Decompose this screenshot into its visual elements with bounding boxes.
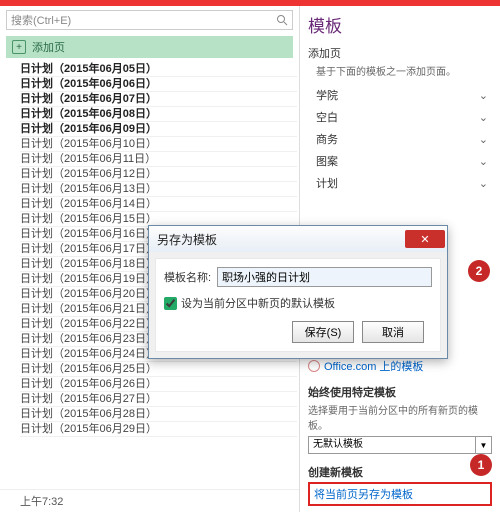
panel-addpage-heading: 添加页 [308, 45, 492, 61]
chevron-down-icon: ⌄ [479, 133, 488, 146]
search-placeholder: 搜索(Ctrl+E) [11, 12, 71, 28]
list-item[interactable]: 日计划（2015年06月06日） [20, 77, 297, 92]
list-item[interactable]: 日计划（2015年06月09日） [20, 122, 297, 137]
panel-title: 模板 [308, 12, 492, 37]
save-as-template-link[interactable]: 将当前页另存为模板 [314, 489, 413, 501]
close-icon: ✕ [420, 233, 429, 246]
template-name-label: 模板名称: [164, 269, 211, 285]
default-template-combo[interactable]: 无默认模板 ▼ [308, 436, 492, 454]
list-item[interactable]: 日计划（2015年06月07日） [20, 92, 297, 107]
chevron-down-icon: ⌄ [479, 177, 488, 190]
template-category[interactable]: 学院 ⌄ [308, 84, 492, 106]
annotation-callout-1: 1 [470, 454, 492, 476]
list-item[interactable]: 日计划（2015年06月11日） [20, 152, 297, 167]
list-item[interactable]: 日计划（2015年06月12日） [20, 167, 297, 182]
dialog-titlebar[interactable]: 另存为模板 ✕ [149, 226, 447, 252]
category-label: 商务 [316, 131, 338, 147]
combo-value: 无默认模板 [308, 436, 476, 454]
status-time: 上午7:32 [0, 489, 299, 512]
chevron-down-icon: ⌄ [479, 155, 488, 168]
chevron-down-icon[interactable]: ▼ [476, 436, 492, 454]
add-page-button[interactable]: + 添加页 [6, 36, 293, 58]
save-as-template-dialog: 另存为模板 ✕ 模板名称: 设为当前分区中新页的默认模板 保存(S) 取消 [148, 225, 448, 359]
category-label: 学院 [316, 87, 338, 103]
list-item[interactable]: 日计划（2015年06月08日） [20, 107, 297, 122]
search-icon [276, 14, 288, 26]
list-item[interactable]: 日计划（2015年06月29日） [20, 422, 297, 437]
plus-icon: + [12, 40, 26, 54]
close-button[interactable]: ✕ [405, 230, 445, 248]
list-item[interactable]: 日计划（2015年06月26日） [20, 377, 297, 392]
default-template-checkbox-label: 设为当前分区中新页的默认模板 [181, 295, 335, 311]
category-label: 图案 [316, 153, 338, 169]
template-category[interactable]: 商务 ⌄ [308, 128, 492, 150]
search-input[interactable]: 搜索(Ctrl+E) [6, 10, 293, 30]
list-item[interactable]: 日计划（2015年06月13日） [20, 182, 297, 197]
office-templates-link[interactable]: Office.com 上的模板 [308, 358, 492, 374]
list-item[interactable]: 日计划（2015年06月10日） [20, 137, 297, 152]
list-item[interactable]: 日计划（2015年06月14日） [20, 197, 297, 212]
list-item[interactable]: 日计划（2015年06月28日） [20, 407, 297, 422]
chevron-down-icon: ⌄ [479, 89, 488, 102]
save-as-template-highlight: 将当前页另存为模板 [308, 482, 492, 506]
list-item[interactable]: 日计划（2015年06月25日） [20, 362, 297, 377]
always-template-heading: 始终使用特定模板 [308, 384, 492, 400]
always-template-hint: 选择要用于当前分区中的所有新页的模板。 [308, 402, 492, 432]
create-template-heading: 创建新模板 [308, 464, 492, 480]
category-label: 计划 [316, 175, 338, 191]
template-category[interactable]: 计划 ⌄ [308, 172, 492, 194]
default-template-checkbox[interactable] [164, 297, 177, 310]
cancel-button[interactable]: 取消 [362, 321, 424, 343]
panel-desc: 基于下面的模板之一添加页面。 [316, 63, 492, 78]
category-label: 空白 [316, 109, 338, 125]
chevron-down-icon: ⌄ [479, 111, 488, 124]
office-icon [308, 360, 320, 372]
save-button[interactable]: 保存(S) [292, 321, 354, 343]
template-name-input[interactable] [217, 267, 432, 287]
template-category[interactable]: 空白 ⌄ [308, 106, 492, 128]
office-link-text: Office.com 上的模板 [324, 358, 423, 374]
add-page-label: 添加页 [32, 39, 65, 55]
template-category[interactable]: 图案 ⌄ [308, 150, 492, 172]
annotation-callout-2: 2 [468, 260, 490, 282]
list-item[interactable]: 日计划（2015年06月27日） [20, 392, 297, 407]
dialog-title: 另存为模板 [157, 231, 217, 248]
list-item[interactable]: 日计划（2015年06月05日） [20, 62, 297, 77]
